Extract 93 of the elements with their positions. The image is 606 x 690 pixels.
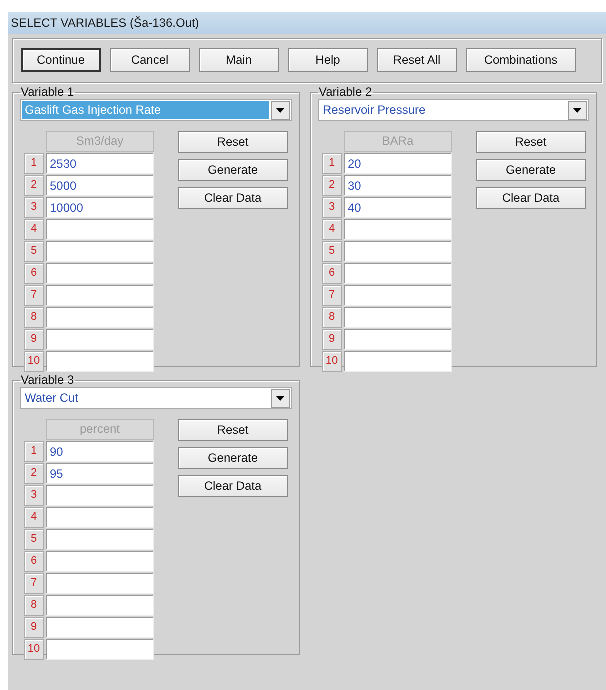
input-field[interactable]: 20	[344, 153, 452, 174]
row-number: 8	[24, 595, 44, 616]
row-number: 6	[322, 263, 342, 284]
input-field[interactable]	[46, 329, 154, 350]
dropdown-value: Water Cut	[24, 390, 80, 407]
action-button[interactable]: Reset	[476, 131, 586, 153]
row-number: 3	[24, 197, 44, 218]
row-number: 2	[24, 175, 44, 196]
row-number: 10	[322, 351, 342, 372]
input-field[interactable]: 2530	[46, 153, 154, 174]
input-field[interactable]: 10000	[46, 197, 154, 218]
row-number: 5	[24, 241, 44, 262]
row-number: 1	[24, 441, 44, 462]
row-number: 2	[24, 463, 44, 484]
input-field[interactable]: 30	[344, 175, 452, 196]
input-field[interactable]	[344, 263, 452, 284]
input-field[interactable]	[46, 617, 154, 638]
toolbar-button[interactable]: Combinations	[466, 48, 576, 72]
caret-icon	[276, 396, 285, 400]
input-field[interactable]	[344, 285, 452, 306]
toolbar-button[interactable]: Help	[288, 48, 368, 72]
input-field[interactable]	[46, 219, 154, 240]
caret-icon	[276, 108, 285, 112]
action-button[interactable]: Generate	[476, 159, 586, 181]
column-header: Sm3/day	[46, 131, 154, 152]
column-header: BARa	[344, 131, 452, 152]
input-field[interactable]	[46, 485, 154, 506]
row-number: 9	[24, 329, 44, 350]
input-field[interactable]	[46, 263, 154, 284]
caret-icon	[573, 108, 582, 112]
input-field[interactable]	[46, 351, 154, 372]
input-field[interactable]	[344, 241, 452, 262]
group-label: Variable 2	[318, 85, 374, 99]
row-number: 5	[24, 529, 44, 550]
action-button[interactable]: Reset	[178, 131, 288, 153]
action-button[interactable]: Generate	[178, 159, 288, 181]
row-number: 5	[322, 241, 342, 262]
toolbar-button[interactable]: Cancel	[110, 48, 190, 72]
row-number: 1	[24, 153, 44, 174]
input-field[interactable]	[46, 285, 154, 306]
toolbar-button[interactable]: Main	[199, 48, 279, 72]
input-field[interactable]	[344, 351, 452, 372]
action-button[interactable]: Generate	[178, 447, 288, 469]
input-field[interactable]	[46, 529, 154, 550]
dropdown-value: Gaslift Gas Injection Rate	[22, 101, 269, 119]
row-number: 9	[322, 329, 342, 350]
group-label: Variable 1	[20, 85, 76, 99]
input-field[interactable]	[344, 329, 452, 350]
dropdown[interactable]: Reservoir Pressure	[318, 99, 589, 121]
dropdown-value: Reservoir Pressure	[322, 102, 427, 119]
row-number: 2	[322, 175, 342, 196]
row-number: 3	[24, 485, 44, 506]
input-field[interactable]: 95	[46, 463, 154, 484]
input-field[interactable]	[46, 639, 154, 660]
input-field[interactable]: 5000	[46, 175, 154, 196]
row-number: 1	[322, 153, 342, 174]
row-number: 10	[24, 351, 44, 372]
dropdown-button[interactable]	[568, 100, 587, 120]
group-label: Variable 3	[20, 373, 76, 387]
action-button[interactable]: Reset	[178, 419, 288, 441]
row-number: 7	[322, 285, 342, 306]
input-field[interactable]	[344, 307, 452, 328]
row-number: 10	[24, 639, 44, 660]
action-button[interactable]: Clear Data	[178, 187, 288, 209]
input-field[interactable]	[46, 573, 154, 594]
input-field[interactable]	[46, 551, 154, 572]
row-number: 6	[24, 551, 44, 572]
row-number: 4	[24, 219, 44, 240]
dropdown[interactable]: Water Cut	[20, 387, 292, 409]
input-field[interactable]	[46, 307, 154, 328]
input-field[interactable]	[344, 219, 452, 240]
input-field[interactable]: 90	[46, 441, 154, 462]
input-field[interactable]	[46, 507, 154, 528]
row-number: 4	[322, 219, 342, 240]
row-number: 7	[24, 573, 44, 594]
action-button[interactable]: Clear Data	[476, 187, 586, 209]
input-field[interactable]: 40	[344, 197, 452, 218]
dropdown-button[interactable]	[271, 388, 290, 408]
action-button[interactable]: Clear Data	[178, 475, 288, 497]
row-number: 7	[24, 285, 44, 306]
row-number: 4	[24, 507, 44, 528]
row-number: 6	[24, 263, 44, 284]
toolbar-button[interactable]: Reset All	[377, 48, 457, 72]
window-title: SELECT VARIABLES (Ša-136.Out)	[8, 12, 606, 34]
row-number: 9	[24, 617, 44, 638]
input-field[interactable]	[46, 595, 154, 616]
row-number: 8	[322, 307, 342, 328]
dropdown-button[interactable]	[271, 100, 290, 120]
toolbar-button[interactable]: Continue	[21, 48, 101, 72]
input-field[interactable]	[46, 241, 154, 262]
row-number: 8	[24, 307, 44, 328]
column-header: percent	[46, 419, 154, 440]
row-number: 3	[322, 197, 342, 218]
